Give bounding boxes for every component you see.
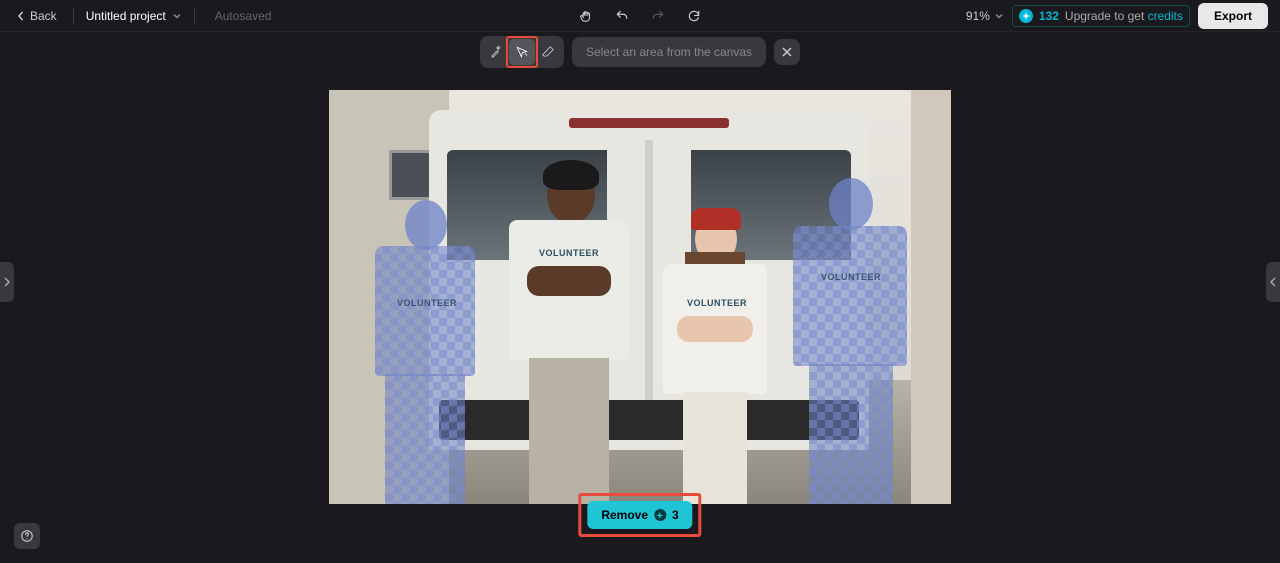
topbar-left: Back Untitled project Autosaved	[12, 5, 574, 27]
person-center-left: VOLUNTEER	[499, 166, 639, 504]
right-panel-toggle[interactable]	[1266, 262, 1280, 302]
chevron-down-icon	[994, 11, 1004, 21]
shirt-text: VOLUNTEER	[397, 298, 457, 308]
upgrade-credits-word: credits	[1148, 9, 1183, 23]
canvas[interactable]: VOLUNTEER VOLUNTEER VOLUNTEER VOLUNTEER	[329, 90, 951, 504]
selected-person-right: VOLUNTEER	[785, 178, 915, 504]
remove-button[interactable]: Remove 3	[587, 501, 692, 529]
back-label: Back	[30, 9, 57, 23]
shirt-text: VOLUNTEER	[539, 248, 599, 258]
top-bar: Back Untitled project Autosaved 91%	[0, 0, 1280, 32]
selection-toolbar: Select an area from the canvas	[480, 36, 800, 68]
remove-label: Remove	[601, 508, 648, 522]
zoom-value: 91%	[966, 9, 990, 23]
undo-button[interactable]	[610, 4, 634, 28]
shirt-text: VOLUNTEER	[687, 298, 747, 308]
redo-button[interactable]	[646, 4, 670, 28]
click-select-tool[interactable]	[509, 39, 535, 65]
person-legs	[683, 392, 747, 504]
selection-tool-group	[480, 36, 564, 68]
person-legs	[529, 358, 609, 504]
person-hair	[543, 160, 599, 190]
scene-building-right	[911, 90, 951, 504]
credits-display[interactable]: 132 Upgrade to get credits	[1012, 5, 1190, 27]
person-arms	[677, 316, 753, 342]
upgrade-link[interactable]: Upgrade to get credits	[1065, 9, 1183, 23]
redo-icon	[651, 9, 665, 23]
project-name-dropdown[interactable]: Untitled project	[86, 9, 182, 23]
chevron-right-icon	[3, 277, 11, 287]
refresh-icon	[687, 9, 701, 23]
zoom-dropdown[interactable]: 91%	[966, 9, 1004, 23]
highlight-select-tool	[506, 36, 538, 68]
left-panel-toggle[interactable]	[0, 262, 14, 302]
credit-coin-icon	[654, 509, 666, 521]
undo-icon	[615, 9, 629, 23]
person-arms	[527, 266, 611, 296]
chevron-left-icon	[1269, 277, 1277, 287]
eraser-tool[interactable]	[535, 39, 561, 65]
close-tool-button[interactable]	[774, 39, 800, 65]
chevron-left-icon	[16, 11, 26, 21]
remove-cost: 3	[672, 508, 679, 522]
credits-value: 132	[1039, 9, 1059, 23]
person-legs	[385, 374, 465, 504]
van-brake-light	[569, 118, 729, 128]
help-button[interactable]	[14, 523, 40, 549]
chevron-down-icon	[172, 11, 182, 21]
person-bandana	[691, 208, 741, 230]
van-door-divider	[645, 140, 653, 440]
export-button[interactable]: Export	[1198, 3, 1268, 29]
wand-icon	[489, 45, 503, 59]
selection-prompt: Select an area from the canvas	[572, 37, 766, 67]
topbar-right: 91% 132 Upgrade to get credits Export	[706, 3, 1268, 29]
divider	[73, 8, 74, 24]
highlight-remove-button: Remove 3	[578, 493, 701, 537]
topbar-center	[574, 4, 706, 28]
close-icon	[781, 46, 793, 58]
person-head	[405, 200, 447, 250]
person-torso	[375, 246, 475, 376]
cursor-select-icon	[515, 45, 529, 59]
divider	[194, 8, 195, 24]
help-icon	[20, 529, 34, 543]
person-torso	[793, 226, 907, 366]
person-legs	[809, 364, 893, 504]
person-center-right: VOLUNTEER	[655, 208, 775, 504]
reset-button[interactable]	[682, 4, 706, 28]
upgrade-text: Upgrade to get	[1065, 9, 1148, 23]
project-name-text: Untitled project	[86, 9, 166, 23]
eraser-icon	[541, 45, 555, 59]
person-head	[829, 178, 873, 230]
back-button[interactable]: Back	[12, 5, 61, 27]
selected-person-left: VOLUNTEER	[365, 200, 485, 504]
autosaved-status: Autosaved	[215, 9, 272, 23]
credit-coin-icon	[1019, 9, 1033, 23]
shirt-text: VOLUNTEER	[821, 272, 881, 282]
hand-tool-button[interactable]	[574, 4, 598, 28]
hand-icon	[579, 9, 593, 23]
